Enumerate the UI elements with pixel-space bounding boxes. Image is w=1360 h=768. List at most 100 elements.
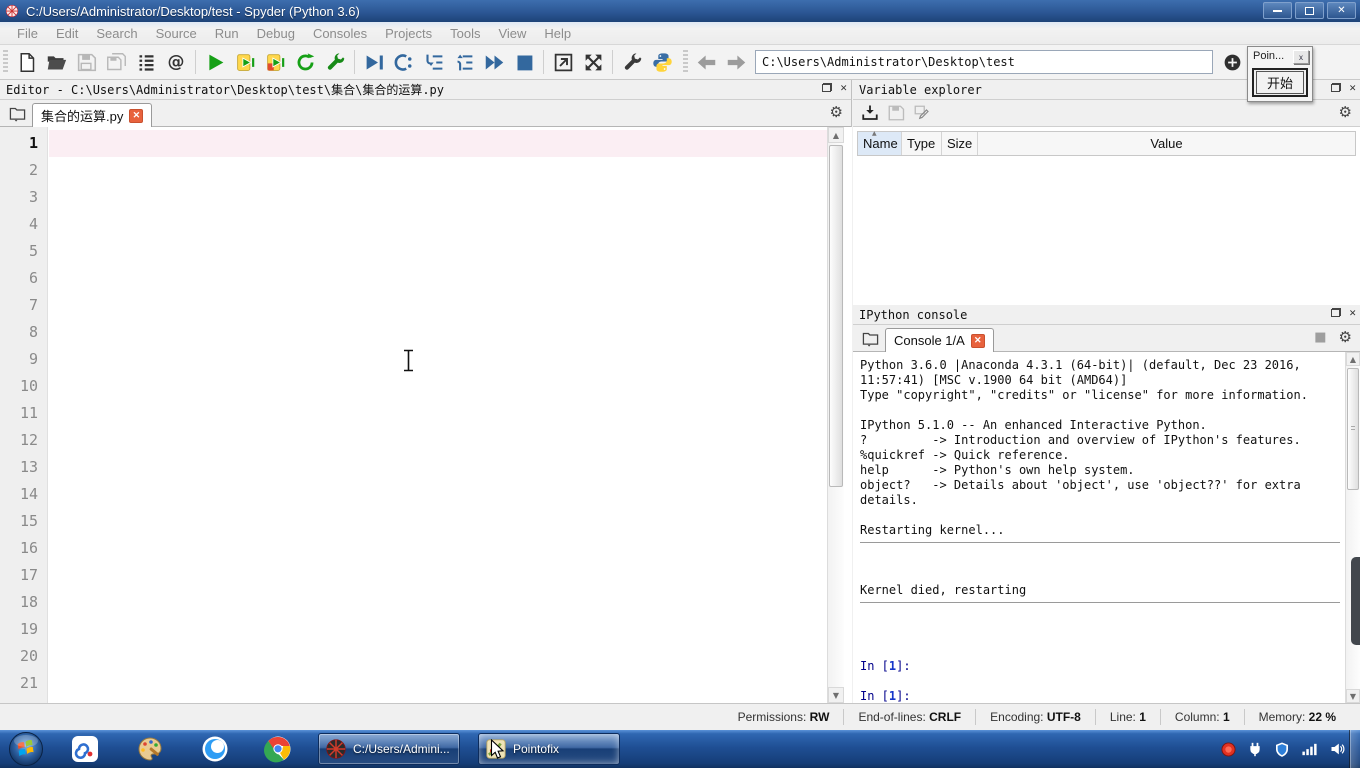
maximize-pane-button[interactable] [548,48,578,76]
undock-icon[interactable] [1331,83,1342,92]
column-header-size[interactable]: Size [942,132,978,155]
start-button[interactable] [8,731,44,767]
console-options-gear-icon[interactable]: ⚙ [1339,330,1352,345]
console-scrollbar[interactable]: ▲ ▼ [1345,352,1360,703]
new-file-button[interactable] [11,48,41,76]
console-tab[interactable]: Console 1/A ✕ [885,328,994,352]
menu-edit[interactable]: Edit [47,24,87,43]
taskbar: C:/Users/Admini... Pointofix [0,730,1360,768]
line-number-3: 3 [28,188,38,206]
save-all-button[interactable] [101,48,131,76]
browse-tabs-button[interactable] [4,102,30,124]
system-tray [1221,730,1346,768]
toolbar-separator [354,50,355,74]
editor-scrollbar-thumb[interactable] [829,145,843,487]
editor-tab[interactable]: 集合的运算.py ✕ [32,103,153,127]
history-forward-button[interactable] [721,48,751,76]
preferences-button[interactable] [617,48,647,76]
browse-tabs-button[interactable] [857,327,883,349]
pinned-chrome-button[interactable] [263,734,293,764]
main-toolbar: @ C:\Users\Administrator\Desktop\test [0,45,1360,80]
import-data-icon[interactable] [861,104,879,122]
menu-search[interactable]: Search [87,24,146,43]
variable-table-header: ▲ Name Type Size Value [857,130,1356,156]
close-pane-icon[interactable]: ✕ [1349,307,1356,318]
close-button[interactable]: ✕ [1327,2,1356,19]
scroll-up-arrow[interactable]: ▲ [1346,352,1360,366]
pinned-app-button[interactable] [70,734,100,764]
debug-button[interactable] [359,48,389,76]
column-header-name[interactable]: ▲ Name [858,130,902,155]
save-button[interactable] [71,48,101,76]
editor-code-area[interactable]: 1 2 3 4 5 6 7 8 9 10 11 12 13 14 15 16 17 18 19 20 21 ▲ ▼ [0,127,852,703]
rerun-cell-button[interactable] [290,48,320,76]
toolbar-grip[interactable] [3,50,8,74]
undock-icon[interactable] [1331,308,1342,317]
network-signal-tray-icon[interactable] [1301,742,1318,757]
history-back-button[interactable] [691,48,721,76]
editor-tab-close-button[interactable]: ✕ [129,108,144,123]
menu-file[interactable]: File [8,24,47,43]
toolbar-grip[interactable] [683,50,688,74]
save-data-icon[interactable] [887,104,905,122]
restore-button[interactable] [1295,2,1324,19]
save-data-as-icon[interactable] [913,104,931,122]
scroll-down-arrow[interactable]: ▼ [828,687,844,703]
interrupt-kernel-icon[interactable]: ■ [1314,331,1326,344]
find-symbol-button[interactable]: @ [161,48,191,76]
console-prompt[interactable]: In [1]: [860,689,1345,703]
run-config-button[interactable] [320,48,350,76]
chrome-icon [264,736,291,763]
pinned-browser-button[interactable] [200,734,230,764]
column-header-type[interactable]: Type [902,132,942,155]
console-scrollbar-thumb[interactable] [1347,368,1359,490]
run-button[interactable] [200,48,230,76]
variable-explorer-gear-icon[interactable]: ⚙ [1339,105,1352,120]
outline-button[interactable] [131,48,161,76]
debug-continue-button[interactable] [479,48,509,76]
volume-tray-icon[interactable] [1329,741,1346,757]
menu-view[interactable]: View [489,24,535,43]
sort-ascending-icon: ▲ [872,130,877,137]
menu-projects[interactable]: Projects [376,24,441,43]
menu-source[interactable]: Source [147,24,206,43]
pointofix-window[interactable]: Poin... x 开始 [1247,46,1313,102]
power-plug-tray-icon[interactable] [1247,741,1263,758]
editor-options-gear-icon[interactable]: ⚙ [830,105,843,120]
show-desktop-button[interactable] [1349,730,1360,768]
editor-scrollbar[interactable]: ▲ ▼ [827,127,844,703]
console-tab-close-button[interactable]: ✕ [970,333,985,348]
fullscreen-button[interactable] [578,48,608,76]
window-titlebar[interactable]: C:/Users/Administrator/Desktop/test - Sp… [0,0,1360,22]
pinned-paint-button[interactable] [135,734,165,764]
menu-help[interactable]: Help [535,24,580,43]
debug-step-out-button[interactable] [449,48,479,76]
minimize-button[interactable] [1263,2,1292,19]
run-cell-advance-button[interactable] [260,48,290,76]
debug-step-button[interactable] [389,48,419,76]
debug-stop-button[interactable] [509,48,539,76]
menu-debug[interactable]: Debug [248,24,304,43]
recording-tray-icon[interactable] [1221,741,1236,757]
undock-icon[interactable] [822,83,833,92]
menu-run[interactable]: Run [206,24,248,43]
scroll-up-arrow[interactable]: ▲ [828,127,844,143]
security-shield-tray-icon[interactable] [1274,741,1290,758]
pointofix-start-button[interactable]: 开始 [1252,68,1308,97]
menu-tools[interactable]: Tools [441,24,489,43]
working-directory-input[interactable]: C:\Users\Administrator\Desktop\test [755,50,1213,74]
run-cell-button[interactable] [230,48,260,76]
close-pane-icon[interactable]: ✕ [840,82,847,93]
console-output[interactable]: Python 3.6.0 |Anaconda 4.3.1 (64-bit)| (… [853,352,1345,703]
editor-gutter: 1 2 3 4 5 6 7 8 9 10 11 12 13 14 15 16 17 18 19 20 21 [0,127,48,703]
open-file-button[interactable] [41,48,71,76]
pointofix-close-button[interactable]: x [1293,50,1309,64]
python-path-button[interactable] [647,48,677,76]
scroll-down-arrow[interactable]: ▼ [1346,689,1360,703]
debug-step-into-button[interactable] [419,48,449,76]
column-header-value[interactable]: Value [978,132,1355,155]
menu-consoles[interactable]: Consoles [304,24,376,43]
browse-directory-button[interactable] [1217,48,1247,76]
close-pane-icon[interactable]: ✕ [1349,82,1356,93]
taskbar-spyder-window-button[interactable]: C:/Users/Admini... [318,733,460,765]
